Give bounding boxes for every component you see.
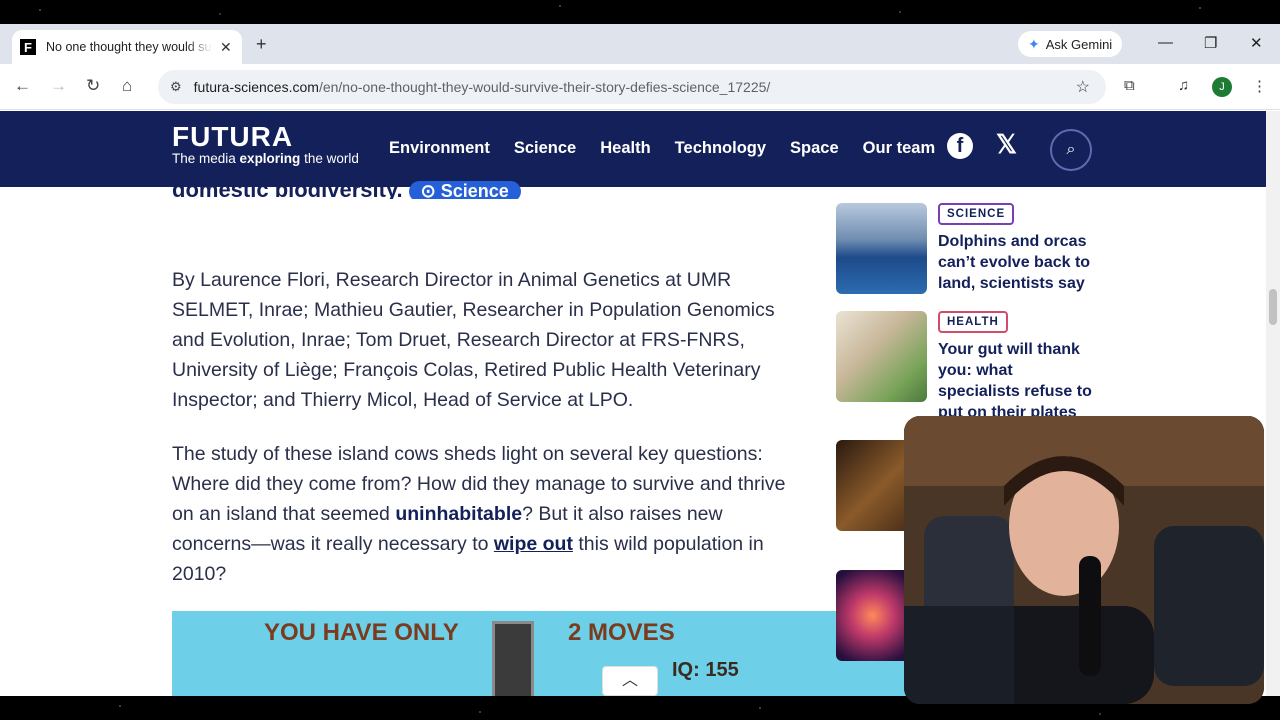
site-header: FUTURA The media exploring the world Env… xyxy=(0,111,1266,187)
ask-gemini-label: Ask Gemini xyxy=(1045,36,1113,52)
nav-our-team[interactable]: Our team xyxy=(863,139,935,158)
reload-icon[interactable]: ↻ xyxy=(86,76,100,96)
ad-text-right: 2 MOVES xyxy=(568,619,675,646)
google-lens-icon[interactable]: ⧉ xyxy=(1124,77,1135,94)
tab-title: No one thought they would survive their … xyxy=(46,40,212,54)
ad-iq-text: IQ: 155 xyxy=(672,659,739,681)
nav-environment[interactable]: Environment xyxy=(389,139,490,158)
woman-eating-thumbnail xyxy=(836,311,927,402)
nav-health[interactable]: Health xyxy=(600,139,650,158)
nav-science[interactable]: Science xyxy=(514,139,576,158)
tab-strip: F No one thought they would survive thei… xyxy=(0,24,1280,64)
partial-heading: domestic biodiversity. ⊙ Science xyxy=(172,177,521,199)
media-controls-icon[interactable]: ♫ xyxy=(1178,77,1189,94)
x-twitter-icon[interactable]: 𝕏 xyxy=(996,129,1017,160)
bookmark-star-icon[interactable]: ☆ xyxy=(1076,77,1090,97)
ad-text-left: YOU HAVE ONLY xyxy=(264,619,459,646)
category-badge: SCIENCE xyxy=(938,203,1015,225)
forward-icon[interactable]: → xyxy=(50,76,67,96)
bold-term: uninhabitable xyxy=(395,503,523,525)
logo-tagline: The media exploring the world xyxy=(172,151,359,166)
home-icon[interactable]: ⌂ xyxy=(122,76,132,96)
scrollbar-thumb[interactable] xyxy=(1269,289,1277,325)
address-bar[interactable]: ⚙ futura-sciences.com/en/no-one-thought-… xyxy=(158,70,1106,104)
browser-tab[interactable]: F No one thought they would survive thei… xyxy=(12,30,242,64)
site-settings-icon[interactable]: ⚙ xyxy=(170,79,182,95)
article-paragraph: The study of these island cows sheds lig… xyxy=(172,443,786,585)
site-favicon-icon: F xyxy=(20,39,36,55)
search-icon[interactable]: ⌕ xyxy=(1050,129,1092,171)
main-nav: Environment Science Health Technology Sp… xyxy=(389,139,935,158)
profile-avatar[interactable]: J xyxy=(1212,77,1232,97)
game-advertisement[interactable]: YOU HAVE ONLY 2 MOVES IQ: 155 xyxy=(172,611,912,696)
gemini-sparkle-icon: ✦ xyxy=(1028,35,1040,52)
url-text: futura-sciences.com/en/no-one-thought-th… xyxy=(193,79,771,95)
site-logo[interactable]: FUTURA The media exploring the world xyxy=(172,123,359,167)
author-byline: By Laurence Flori, Research Director in … xyxy=(172,269,775,411)
page-scrollbar[interactable] xyxy=(1266,111,1280,696)
close-tab-icon[interactable]: ✕ xyxy=(220,39,232,56)
scroll-to-top-button[interactable]: ︿ xyxy=(602,666,658,696)
ad-door-image xyxy=(492,621,534,696)
facebook-icon[interactable]: f xyxy=(947,133,973,159)
orcas-thumbnail xyxy=(836,203,927,294)
nav-technology[interactable]: Technology xyxy=(675,139,766,158)
new-tab-icon[interactable]: + xyxy=(256,34,267,55)
menu-kebab-icon[interactable]: ⋮ xyxy=(1252,77,1267,95)
minimize-icon[interactable]: — xyxy=(1158,34,1173,51)
back-icon[interactable]: ← xyxy=(14,76,31,96)
ask-gemini-button[interactable]: ✦ Ask Gemini xyxy=(1018,31,1123,57)
restore-icon[interactable]: ❐ xyxy=(1204,34,1217,52)
science-tag-pill[interactable]: ⊙ Science xyxy=(408,181,521,199)
close-window-icon[interactable]: ✕ xyxy=(1250,34,1263,52)
browser-toolbar: ← → ↻ ⌂ ⚙ futura-sciences.com/en/no-one-… xyxy=(0,64,1280,110)
nav-space[interactable]: Space xyxy=(790,139,839,158)
wipe-out-link[interactable]: wipe out xyxy=(494,533,573,555)
card-title: Your gut will thank you: what specialist… xyxy=(938,341,1092,421)
category-badge: HEALTH xyxy=(938,311,1008,333)
webcam-overlay xyxy=(904,416,1264,704)
logo-brand: FUTURA xyxy=(172,121,294,152)
card-title: Dolphins and orcas can’t evolve back to … xyxy=(938,233,1091,292)
webcam-person-image xyxy=(904,416,1264,704)
